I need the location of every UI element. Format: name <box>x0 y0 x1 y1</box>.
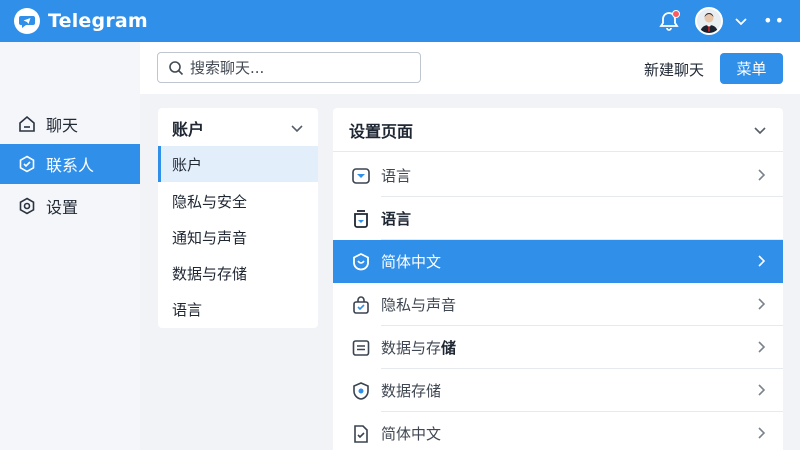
contacts-icon <box>18 155 36 173</box>
settings-row-data-storage[interactable]: 数据与存储 <box>333 326 783 369</box>
search-icon <box>168 60 184 76</box>
brand[interactable]: Telegram <box>14 8 148 34</box>
settings-panel: 设置页面 语言 语言 简体中文 隐私与声音 数据与存储 数据存储 简体中文 <box>333 108 783 450</box>
account-panel-title: 账户 <box>172 120 205 139</box>
settings-row-label: 简体中文 <box>381 425 442 443</box>
settings-row-label: 语言 <box>381 167 412 185</box>
chevron-right-icon <box>755 168 767 182</box>
account-panel-header[interactable]: 账户 <box>158 108 318 148</box>
settings-row-label: 数据与存储 <box>381 337 456 358</box>
topbar-actions: •• <box>657 0 786 42</box>
chevron-down-icon[interactable] <box>733 13 749 29</box>
settings-row-privacy-sound[interactable]: 隐私与声音 <box>333 283 783 326</box>
settings-row-language-bold[interactable]: 语言 <box>333 197 783 240</box>
sidebar-item-settings[interactable]: 设置 <box>0 186 140 226</box>
list-icon <box>351 338 371 358</box>
list-item-language[interactable]: 语言 <box>158 291 318 327</box>
search-box[interactable] <box>157 52 421 83</box>
list-item-data-storage[interactable]: 数据与存储 <box>158 255 318 291</box>
settings-row-data-storage-2[interactable]: 数据存储 <box>333 369 783 412</box>
menu-button[interactable]: 菜单 <box>720 53 783 84</box>
search-input[interactable] <box>190 58 410 77</box>
settings-row-label: 隐私与声音 <box>381 296 457 314</box>
sidebar-item-contacts[interactable]: 联系人 <box>0 144 140 184</box>
chevron-right-icon <box>755 383 767 397</box>
sidebar-item-label: 聊天 <box>46 116 79 135</box>
home-icon <box>18 115 36 133</box>
settings-icon <box>18 197 36 215</box>
settings-panel-title: 设置页面 <box>349 121 414 141</box>
list-item-account[interactable]: 账户 <box>158 146 318 182</box>
lock-check-icon <box>351 295 371 315</box>
header-row: 新建聊天 菜单 <box>140 42 800 94</box>
settings-row-simplified-chinese[interactable]: 简体中文 <box>333 240 783 283</box>
chat-bubble-icon <box>351 252 371 272</box>
settings-row-simplified-chinese-2[interactable]: 简体中文 <box>333 412 783 450</box>
sidebar-item-label: 联系人 <box>46 156 95 175</box>
sidebar: 聊天 联系人 设置 <box>0 42 140 450</box>
chevron-right-icon <box>755 426 767 440</box>
new-chat-link[interactable]: 新建聊天 <box>644 59 704 80</box>
list-item-notifications[interactable]: 通知与声音 <box>158 219 318 255</box>
chevron-right-icon <box>755 254 767 268</box>
document-icon <box>351 424 371 444</box>
settings-row-label: 语言 <box>381 210 412 228</box>
bell-icon[interactable] <box>657 9 681 33</box>
language-icon <box>351 166 371 186</box>
settings-panel-header[interactable]: 设置页面 <box>333 108 783 152</box>
account-panel: 账户 账户 隐私与安全 通知与声音 数据与存储 语言 <box>158 108 318 328</box>
sidebar-item-label: 设置 <box>46 198 79 217</box>
sidebar-item-chats[interactable]: 聊天 <box>0 104 140 144</box>
settings-row-label-prefix: 数据与存 <box>381 339 442 357</box>
chevron-right-icon <box>755 340 767 354</box>
storage-icon <box>351 209 371 229</box>
chevron-down-icon[interactable] <box>290 121 304 135</box>
chevron-right-icon <box>755 297 767 311</box>
list-item-privacy[interactable]: 隐私与安全 <box>158 183 318 219</box>
settings-row-language[interactable]: 语言 <box>333 154 783 197</box>
more-icon[interactable]: •• <box>763 13 786 29</box>
settings-row-label: 简体中文 <box>381 253 442 271</box>
avatar[interactable] <box>695 7 724 35</box>
chevron-down-icon[interactable] <box>753 123 767 137</box>
shield-icon <box>351 381 371 401</box>
telegram-logo-icon <box>14 8 40 34</box>
app-name: Telegram <box>48 10 148 32</box>
top-bar: Telegram •• <box>0 0 800 42</box>
settings-row-label: 数据存储 <box>381 382 442 400</box>
settings-row-label-bold: 储 <box>441 339 457 357</box>
